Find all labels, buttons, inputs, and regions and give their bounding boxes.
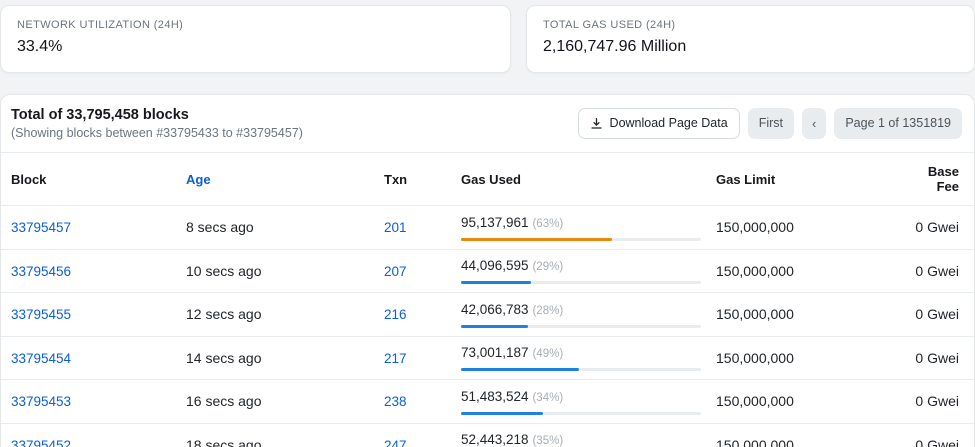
base-fee-cell: 0 Gwei [896,380,974,424]
base-fee-cell: 0 Gwei [896,423,974,447]
base-fee-cell: 0 Gwei [896,249,974,293]
col-header-gas-used: Gas Used [451,153,706,206]
gas-progress-track [461,281,701,284]
gas-progress-track [461,238,701,241]
gas-used-cell: 52,443,218 (35%) [451,423,706,447]
age-cell: 16 secs ago [176,380,374,424]
showing-range-text: (Showing blocks between #33795433 to #33… [11,126,303,140]
chevron-left-icon: ‹ [812,116,816,131]
table-row: 33795453 16 secs ago 238 51,483,524 (34%… [1,380,974,424]
base-fee-cell: 0 Gwei [896,206,974,250]
gas-used-cell: 95,137,961 (63%) [451,206,706,250]
gas-limit-cell: 150,000,000 [706,293,896,337]
txn-link[interactable]: 247 [384,438,407,447]
table-row: 33795457 8 secs ago 201 95,137,961 (63%)… [1,206,974,250]
block-link[interactable]: 33795452 [11,438,71,447]
gas-limit-cell: 150,000,000 [706,336,896,380]
gas-limit-cell: 150,000,000 [706,206,896,250]
gas-used-cell: 51,483,524 (34%) [451,380,706,424]
gas-used-value: 95,137,961 [461,215,529,230]
txn-link[interactable]: 201 [384,220,407,235]
base-fee-cell: 0 Gwei [896,336,974,380]
txn-link[interactable]: 207 [384,264,407,279]
table-row: 33795456 10 secs ago 207 44,096,595 (29%… [1,249,974,293]
download-icon [590,117,603,130]
gas-progress-track [461,325,701,328]
age-cell: 14 secs ago [176,336,374,380]
gas-used-value: 44,096,595 [461,258,529,273]
col-header-age[interactable]: Age [176,153,374,206]
txn-link[interactable]: 217 [384,351,407,366]
gas-used-cell: 42,066,783 (28%) [451,293,706,337]
gas-progress-track [461,412,701,415]
col-header-base-fee: Base Fee [896,153,974,206]
download-button-label: Download Page Data [610,117,728,130]
gas-used-value: 51,483,524 [461,389,529,404]
page-indicator[interactable]: Page 1 of 1351819 [834,108,962,139]
panel-titles: Total of 33,795,458 blocks (Showing bloc… [11,107,303,140]
gas-progress-bar [461,412,543,415]
total-gas-used-card: TOTAL GAS USED (24H) 2,160,747.96 Millio… [526,5,975,73]
gas-limit-cell: 150,000,000 [706,423,896,447]
prev-page-button[interactable]: ‹ [802,108,826,139]
network-utilization-card: NETWORK UTILIZATION (24H) 33.4% [0,5,511,73]
txn-link[interactable]: 238 [384,394,407,409]
total-gas-used-value: 2,160,747.96 Million [543,38,958,56]
gas-progress-bar [461,281,531,284]
col-header-gas-limit: Gas Limit [706,153,896,206]
network-utilization-label: NETWORK UTILIZATION (24H) [17,19,494,31]
gas-used-value: 73,001,187 [461,345,529,360]
gas-used-percent: (28%) [532,305,563,317]
gas-used-percent: (34%) [532,392,563,404]
col-header-txn: Txn [374,153,451,206]
block-link[interactable]: 33795456 [11,264,71,279]
download-page-data-button[interactable]: Download Page Data [578,108,740,139]
age-cell: 10 secs ago [176,249,374,293]
base-fee-cell: 0 Gwei [896,293,974,337]
gas-used-percent: (49%) [532,348,563,360]
txn-link[interactable]: 216 [384,307,407,322]
gas-progress-bar [461,238,612,241]
block-link[interactable]: 33795455 [11,307,71,322]
gas-progress-track [461,368,701,371]
gas-used-percent: (63%) [532,218,563,230]
first-page-button[interactable]: First [748,108,794,139]
panel-header: Total of 33,795,458 blocks (Showing bloc… [1,95,974,153]
table-row: 33795452 18 secs ago 247 52,443,218 (35%… [1,423,974,447]
block-link[interactable]: 33795454 [11,351,71,366]
gas-used-cell: 44,096,595 (29%) [451,249,706,293]
blocks-table: Block Age Txn Gas Used Gas Limit Base Fe… [1,153,974,447]
network-utilization-value: 33.4% [17,38,494,56]
blocks-page: NETWORK UTILIZATION (24H) 33.4% TOTAL GA… [0,0,975,447]
block-link[interactable]: 33795457 [11,220,71,235]
block-link[interactable]: 33795453 [11,394,71,409]
gas-limit-cell: 150,000,000 [706,380,896,424]
stats-row: NETWORK UTILIZATION (24H) 33.4% TOTAL GA… [0,5,975,73]
gas-used-percent: (35%) [532,435,563,447]
panel-actions: Download Page Data First ‹ Page 1 of 135… [578,108,962,139]
gas-used-value: 52,443,218 [461,432,529,447]
gas-used-cell: 73,001,187 (49%) [451,336,706,380]
gas-progress-bar [461,368,579,371]
age-cell: 12 secs ago [176,293,374,337]
table-row: 33795454 14 secs ago 217 73,001,187 (49%… [1,336,974,380]
gas-progress-bar [461,325,528,328]
col-header-block: Block [1,153,176,206]
age-cell: 8 secs ago [176,206,374,250]
gas-used-value: 42,066,783 [461,302,529,317]
table-row: 33795455 12 secs ago 216 42,066,783 (28%… [1,293,974,337]
age-cell: 18 secs ago [176,423,374,447]
total-blocks-text: Total of 33,795,458 blocks [11,107,303,123]
gas-used-percent: (29%) [532,261,563,273]
table-header-row: Block Age Txn Gas Used Gas Limit Base Fe… [1,153,974,206]
gas-limit-cell: 150,000,000 [706,249,896,293]
total-gas-used-label: TOTAL GAS USED (24H) [543,19,958,31]
blocks-panel: Total of 33,795,458 blocks (Showing bloc… [0,94,975,447]
